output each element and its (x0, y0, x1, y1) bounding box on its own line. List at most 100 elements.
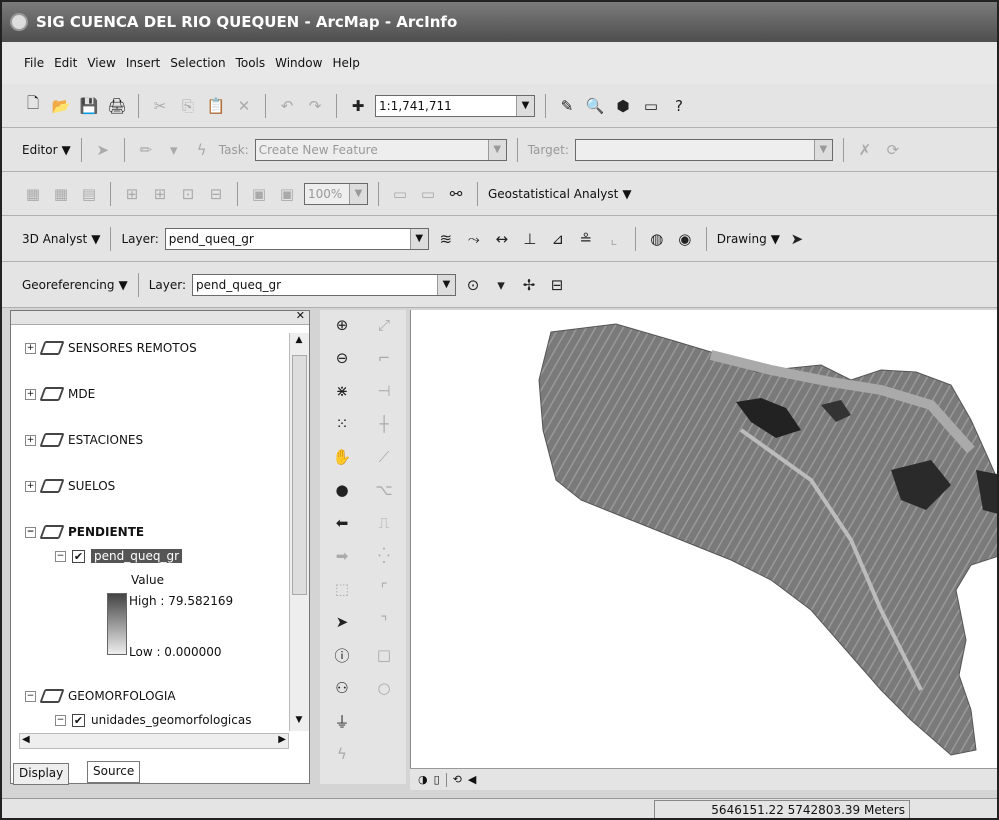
collapse-icon[interactable]: − (25, 690, 36, 702)
expand-icon[interactable]: + (25, 342, 36, 354)
layout-icon[interactable]: ▣ (276, 183, 298, 205)
hyperlink-icon[interactable]: ϟ (331, 743, 353, 765)
chevron-down-icon[interactable]: ▼ (349, 183, 367, 204)
menu-file[interactable]: File (24, 56, 44, 70)
save-icon[interactable]: 💾 (78, 95, 100, 117)
menu-tools[interactable]: Tools (236, 56, 266, 70)
rotate-icon[interactable]: ⟳ (882, 139, 904, 161)
cut-icon[interactable]: ✂ (149, 95, 171, 117)
print-icon[interactable]: 🖨 (106, 95, 128, 117)
extend-icon[interactable]: ⌜ (373, 578, 395, 600)
lightning-icon[interactable]: ϟ (191, 139, 213, 161)
menu-view[interactable]: View (87, 56, 115, 70)
edit-tool-icon[interactable]: ➤ (92, 139, 114, 161)
toc-horizontal-scrollbar[interactable]: ◀ ▶ (19, 733, 289, 749)
fixed-zoom-in-icon[interactable]: ⋇ (331, 380, 353, 402)
select-elements-icon[interactable]: ➤ (786, 228, 808, 250)
refresh-icon[interactable]: ⟲ (453, 773, 462, 786)
measure-icon[interactable]: ⏚ (331, 710, 353, 732)
tab-source[interactable]: Source (87, 761, 141, 783)
fixed-zoom-out-icon[interactable]: ⁙ (331, 413, 353, 435)
layer-visibility-checkbox[interactable]: ✔ (72, 713, 85, 727)
expand-icon[interactable]: + (25, 434, 36, 446)
scroll-down-icon[interactable]: ▼ (291, 715, 307, 729)
full-extent-icon[interactable]: ● (331, 479, 353, 501)
zoom-in-icon[interactable]: ⊕ (331, 314, 353, 336)
zoom-to-layer-icon[interactable]: ⤢ (373, 314, 395, 336)
rotate-icon[interactable]: ⊙ (462, 274, 484, 296)
raster-icon[interactable]: ▦ (22, 183, 44, 205)
collapse-icon[interactable]: − (55, 550, 66, 562)
sketch-icon[interactable]: ⌥ (373, 479, 395, 501)
line-icon[interactable]: ⟋ (373, 446, 395, 468)
layout-icon[interactable]: ▣ (248, 183, 270, 205)
open-icon[interactable]: 📂 (50, 95, 72, 117)
whats-this-icon[interactable]: ? (668, 95, 690, 117)
tab-display[interactable]: Display (13, 763, 70, 785)
toc-group-sensores-remotos[interactable]: + SENSORES REMOTOS (25, 341, 197, 355)
menu-insert[interactable]: Insert (126, 56, 160, 70)
menu-edit[interactable]: Edit (54, 56, 77, 70)
trim-icon[interactable]: ⌝ (373, 611, 395, 633)
chevron-down-icon[interactable]: ▼ (437, 274, 456, 295)
identify-icon[interactable]: ⓘ (331, 644, 353, 666)
profile-graph-icon[interactable]: ⌞ (603, 228, 625, 250)
move-icon[interactable]: ⊣ (373, 380, 395, 402)
toc-group-geomorfologia[interactable]: − GEOMORFOLOGIA (25, 689, 176, 703)
redo-icon[interactable]: ↷ (304, 95, 326, 117)
scroll-up-icon[interactable]: ▲ (291, 335, 307, 349)
collapse-icon[interactable]: − (25, 526, 36, 538)
toc-group-estaciones[interactable]: + ESTACIONES (25, 433, 143, 447)
pan-icon[interactable]: ✋ (331, 446, 353, 468)
toc-group-pendiente[interactable]: − PENDIENTE (25, 525, 144, 539)
arcscene-icon[interactable]: ◍ (646, 228, 668, 250)
find-icon[interactable]: ⚇ (331, 677, 353, 699)
rectangle-icon[interactable]: □ (373, 644, 395, 666)
sketch-tool-icon[interactable]: ✏ (135, 139, 157, 161)
chevron-down-icon[interactable]: ▼ (409, 228, 428, 249)
task-combo[interactable]: Create New Feature ▼ (254, 138, 507, 161)
arcglobe-icon[interactable]: ◉ (674, 228, 696, 250)
scroll-thumb[interactable] (292, 355, 307, 595)
target-combo[interactable]: ▼ (574, 138, 833, 161)
interpolate-line-icon[interactable]: ⊿ (547, 228, 569, 250)
contour-icon[interactable]: ≋ (435, 228, 457, 250)
page-icon[interactable]: ▭ (417, 183, 439, 205)
split-icon[interactable]: ✗ (854, 139, 876, 161)
raster-icon[interactable]: ▤ (78, 183, 100, 205)
georeferencing-menu[interactable]: Georeferencing ▼ (22, 278, 128, 292)
grid-icon[interactable]: ⊞ (121, 183, 143, 205)
geostatistical-analyst-menu[interactable]: Geostatistical Analyst ▼ (488, 187, 632, 201)
toc-group-mde[interactable]: + MDE (25, 387, 95, 401)
interpolate-point-icon[interactable]: ⊥ (519, 228, 541, 250)
select-elements-icon[interactable]: ➤ (331, 611, 353, 633)
add-control-points-icon[interactable]: ✢ (518, 274, 540, 296)
grid-icon[interactable]: ⊞ (149, 183, 171, 205)
select-features-icon[interactable]: ⬚ (331, 578, 353, 600)
control-point-icon[interactable]: ┼ (373, 413, 395, 435)
editor-toolbar-icon[interactable]: ✎ (556, 95, 578, 117)
scroll-right-icon[interactable]: ▶ (278, 734, 286, 745)
arctoolbox-icon[interactable]: ⬢ (612, 95, 634, 117)
undo-icon[interactable]: ↶ (276, 95, 298, 117)
close-icon[interactable]: ✕ (296, 309, 305, 322)
scroll-left-icon[interactable]: ◀ (468, 773, 476, 786)
copy-icon[interactable]: ⎘ (177, 95, 199, 117)
arccatalog-icon[interactable]: 🔍 (584, 95, 606, 117)
paste-icon[interactable]: 📋 (205, 95, 227, 117)
chevron-down-icon[interactable]: ▾ (490, 274, 512, 296)
raster-icon[interactable]: ▦ (50, 183, 72, 205)
chevron-down-icon[interactable]: ▼ (813, 139, 832, 160)
zoom-combo[interactable]: 100% ▼ (304, 182, 368, 205)
menu-help[interactable]: Help (332, 56, 359, 70)
data-view-icon[interactable]: ◑ (418, 773, 428, 786)
layout-view-icon[interactable]: ▯ (434, 773, 440, 786)
chevron-down-icon[interactable]: ▼ (487, 139, 506, 160)
map-scale-combo[interactable]: 1:1,741,711 ▼ (375, 94, 535, 117)
new-icon[interactable]: 🗋 (22, 94, 44, 117)
grid-icon[interactable]: ⊟ (205, 183, 227, 205)
menu-selection[interactable]: Selection (170, 56, 225, 70)
back-icon[interactable]: ⬅ (331, 512, 353, 534)
toc-vertical-scrollbar[interactable]: ▲ ▼ (289, 333, 309, 731)
expand-icon[interactable]: + (25, 388, 36, 400)
